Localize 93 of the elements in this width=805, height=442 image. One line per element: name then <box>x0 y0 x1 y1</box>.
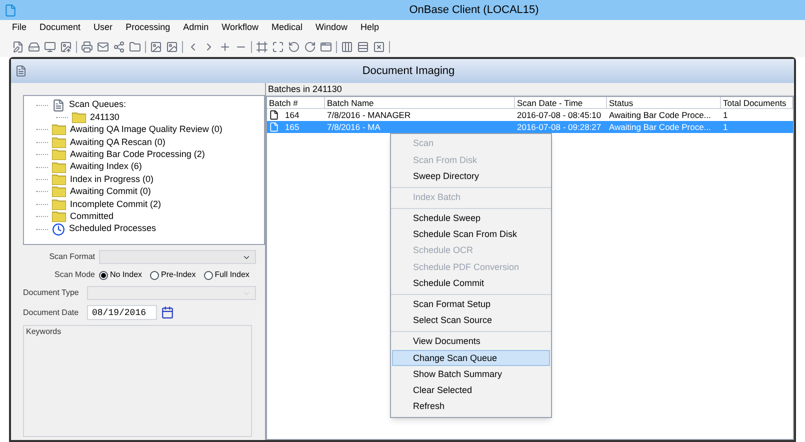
calendar-icon[interactable] <box>161 306 174 319</box>
folder-icon <box>52 149 66 160</box>
menu-item[interactable]: Window <box>315 21 348 35</box>
tree-item[interactable]: Committed <box>70 210 114 224</box>
context-menu-item[interactable]: Schedule Commit <box>392 276 550 292</box>
menu-item[interactable]: Workflow <box>222 21 258 35</box>
window-icon[interactable] <box>320 40 332 52</box>
table-cell: 165 <box>285 120 300 134</box>
table-cell: 7/8/2016 - MANAGER <box>327 108 411 122</box>
monitor-icon[interactable] <box>44 40 56 52</box>
field-label: Document Date <box>23 306 80 318</box>
tree-item[interactable]: Awaiting QA Rescan (0) <box>70 136 166 150</box>
tree-item[interactable]: Awaiting Commit (0) <box>70 185 151 199</box>
table-cell: 7/8/2016 - MA <box>327 120 380 134</box>
tree-item[interactable]: Awaiting QA Image Quality Review (0) <box>70 123 222 137</box>
context-menu-item[interactable]: Sweep Directory <box>392 168 550 185</box>
context-menu-item[interactable]: Schedule Sweep <box>392 210 550 227</box>
mail-icon[interactable] <box>97 40 109 52</box>
edit-document-icon[interactable] <box>12 40 24 52</box>
folder-icon <box>52 174 66 186</box>
plus-icon[interactable] <box>219 40 231 52</box>
menu-item[interactable]: Help <box>360 21 379 35</box>
context-menu-item[interactable]: Show Batch Summary <box>392 366 550 383</box>
grid-x-icon[interactable] <box>373 40 385 52</box>
menu-item[interactable]: Processing <box>126 21 170 35</box>
field-label: Scan Format <box>48 251 95 263</box>
context-menu-item[interactable]: Clear Selected <box>392 382 550 399</box>
column-header[interactable]: Total Documents <box>721 97 793 108</box>
menu-item[interactable]: Admin <box>183 21 209 35</box>
table-cell: 1 <box>723 120 728 134</box>
table-cell: 2016-07-08 - 08:45:10 <box>517 108 602 122</box>
document-icon <box>15 65 27 77</box>
tree-item[interactable]: 241130 <box>90 110 120 124</box>
context-menu-item[interactable]: View Documents <box>392 334 550 350</box>
folder-icon <box>52 198 66 210</box>
field-label: Document Type <box>23 287 80 299</box>
column-header[interactable]: Batch # <box>267 97 325 108</box>
folder-icon <box>52 162 66 173</box>
image-icon[interactable] <box>150 40 162 52</box>
table-cell: Awaiting Bar Code Proce... <box>609 108 711 122</box>
expand-icon[interactable] <box>272 40 284 52</box>
column-header[interactable]: Batch Name <box>325 97 515 108</box>
column-header[interactable]: Status <box>607 97 721 108</box>
table-cell: 164 <box>285 108 300 122</box>
context-menu-item[interactable]: Change Scan Queue <box>392 350 550 366</box>
window-title: OnBase Client (LOCAL15) <box>408 2 540 18</box>
menu-item[interactable]: Document <box>40 21 81 35</box>
context-menu-item[interactable]: Schedule Scan From Disk <box>392 226 550 244</box>
keywords-label: Keywords <box>25 326 62 338</box>
document-icon <box>269 122 279 132</box>
app-icon <box>4 4 17 16</box>
context-menu-item[interactable]: Refresh <box>392 398 550 415</box>
tree-item[interactable]: Index in Progress (0) <box>70 172 154 186</box>
tree-item[interactable]: Scan Queues: <box>69 98 126 112</box>
clock-icon <box>52 222 65 236</box>
printer-icon[interactable] <box>81 40 93 52</box>
table-cell: 2016-07-08 - 09:28:27 <box>517 120 602 134</box>
picture-icon[interactable] <box>166 40 178 52</box>
document-icon <box>269 110 279 120</box>
radio-button[interactable] <box>150 270 160 280</box>
tree-item[interactable]: Awaiting Bar Code Processing (2) <box>70 148 205 162</box>
folder-icon <box>72 112 86 124</box>
radio-label: Full Index <box>214 269 250 281</box>
radio-button[interactable] <box>204 270 213 280</box>
column-header[interactable]: Scan Date - Time <box>515 97 607 108</box>
rows-icon[interactable] <box>357 40 369 52</box>
columns-icon[interactable] <box>341 40 353 52</box>
folder-icon <box>52 124 66 136</box>
folder-icon[interactable] <box>129 40 141 52</box>
field-label: Scan Mode <box>54 269 95 281</box>
image-upload-icon[interactable] <box>60 40 72 52</box>
folder-icon <box>52 211 66 222</box>
share-icon[interactable] <box>113 40 125 52</box>
rotate-right-icon[interactable] <box>304 40 316 52</box>
radio-label: Pre-Index <box>161 269 196 281</box>
menu-item[interactable]: User <box>94 21 113 35</box>
document-icon <box>52 98 65 112</box>
menu-item[interactable]: Medical <box>271 21 302 35</box>
folder-icon <box>52 186 66 198</box>
context-menu-item[interactable]: Select Scan Source <box>392 312 550 330</box>
radio-label: No Index <box>110 269 142 281</box>
context-menu-item[interactable]: Scan Format Setup <box>392 296 550 313</box>
table-cell: 1 <box>723 108 728 122</box>
document-date-field[interactable]: 08/19/2016 <box>87 305 157 320</box>
table-cell: Awaiting Bar Code Proce... <box>609 120 711 134</box>
tree-item[interactable]: Scheduled Processes <box>69 222 156 236</box>
rotate-left-icon[interactable] <box>288 40 300 52</box>
radio-button[interactable] <box>99 270 108 280</box>
tree-item[interactable]: Awaiting Index (6) <box>70 160 142 174</box>
folder-icon <box>52 136 66 148</box>
menu-item[interactable]: File <box>12 21 27 35</box>
tree-item[interactable]: Incomplete Commit (2) <box>70 198 162 212</box>
document-window-title: Document Imaging <box>361 64 456 79</box>
